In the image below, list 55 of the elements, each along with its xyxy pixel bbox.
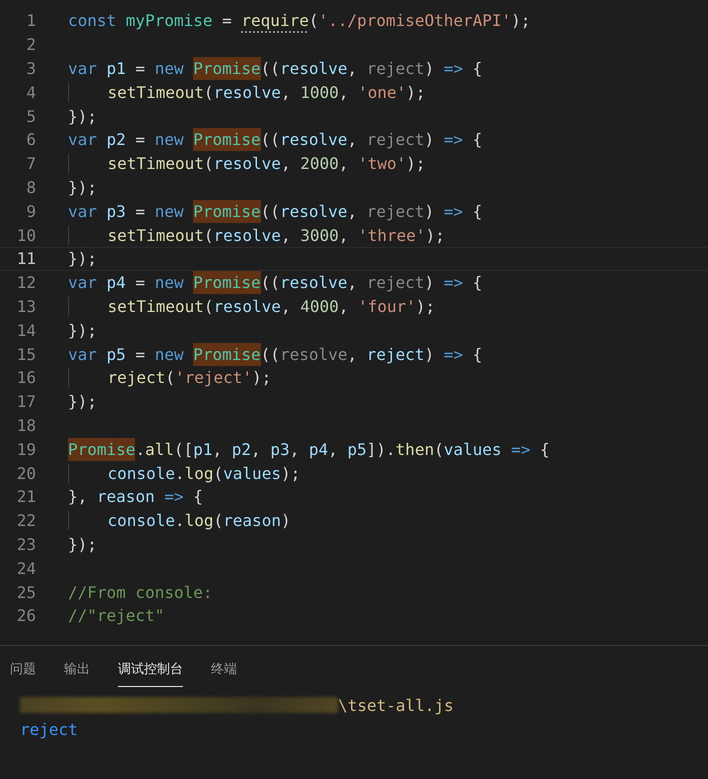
- panel-tab[interactable]: 输出: [64, 656, 90, 687]
- code-line: });: [68, 106, 97, 126]
- code-line: setTimeout(resolve, 4000, 'four');: [68, 296, 436, 316]
- code-line: });: [68, 392, 97, 412]
- code-line: //"reject": [68, 606, 164, 626]
- panel-tab[interactable]: 调试控制台: [118, 656, 183, 687]
- code-line: var p2 = new Promise((resolve, reject) => {: [68, 130, 482, 150]
- code-line: var p4 = new Promise((resolve, reject) => {: [68, 273, 482, 292]
- line-number: 25: [16, 582, 36, 602]
- code-line: reject('reject');: [68, 368, 272, 388]
- line-number: 9: [25, 202, 36, 221]
- line-number: 21: [16, 487, 36, 506]
- code-line: const myPromise = require('../promiseOtherAPI');: [68, 11, 530, 30]
- panel-tab[interactable]: 问题: [10, 656, 36, 687]
- console-text: \tset-all.js: [338, 696, 454, 714]
- line-number: 16: [16, 368, 36, 388]
- code-line: setTimeout(resolve, 3000, 'three');: [68, 226, 445, 245]
- panel-tab[interactable]: 终端: [211, 656, 237, 687]
- code-line: setTimeout(resolve, 1000, 'one');: [68, 82, 426, 102]
- line-number: 1: [25, 11, 36, 30]
- line-number: 17: [16, 392, 36, 412]
- line-number: 18: [16, 416, 36, 435]
- line-number: 11: [16, 249, 36, 268]
- line-number: 20: [16, 464, 36, 483]
- console-text: reject: [20, 720, 78, 738]
- code-line: console.log(values);: [68, 464, 300, 483]
- line-number: 13: [16, 296, 36, 316]
- line-number: 26: [16, 606, 36, 626]
- line-number: 7: [25, 154, 36, 174]
- code-line: console.log(reason): [68, 511, 291, 530]
- code-line: //From console:: [68, 582, 212, 602]
- line-number: 3: [25, 58, 36, 78]
- line-number: 14: [16, 320, 36, 340]
- line-number: 19: [16, 440, 36, 459]
- code-line: });: [68, 249, 97, 268]
- code-line: Promise.all([p1, p2, p3, p4, p5]).then(values => {: [68, 440, 550, 459]
- code-line: }, reason => {: [68, 487, 203, 506]
- line-number: 24: [16, 558, 36, 578]
- line-number: 12: [16, 273, 36, 292]
- line-number: 23: [16, 534, 36, 554]
- line-number: 10: [16, 226, 36, 245]
- code-line: });: [68, 534, 97, 554]
- line-number: 5: [25, 106, 36, 126]
- line-number: 8: [25, 178, 36, 197]
- code-line: setTimeout(resolve, 2000, 'two');: [68, 154, 426, 174]
- line-number: 2: [25, 35, 36, 54]
- line-number: 4: [25, 82, 36, 102]
- line-number: 22: [16, 511, 36, 530]
- line-number: 15: [16, 344, 36, 364]
- line-number: 6: [25, 130, 36, 150]
- code-line: var p1 = new Promise((resolve, reject) => {: [68, 58, 482, 78]
- code-line: });: [68, 320, 97, 340]
- code-line: var p3 = new Promise((resolve, reject) => {: [68, 202, 482, 221]
- code-line: });: [68, 178, 97, 197]
- code-line: var p5 = new Promise((resolve, reject) => {: [68, 344, 482, 364]
